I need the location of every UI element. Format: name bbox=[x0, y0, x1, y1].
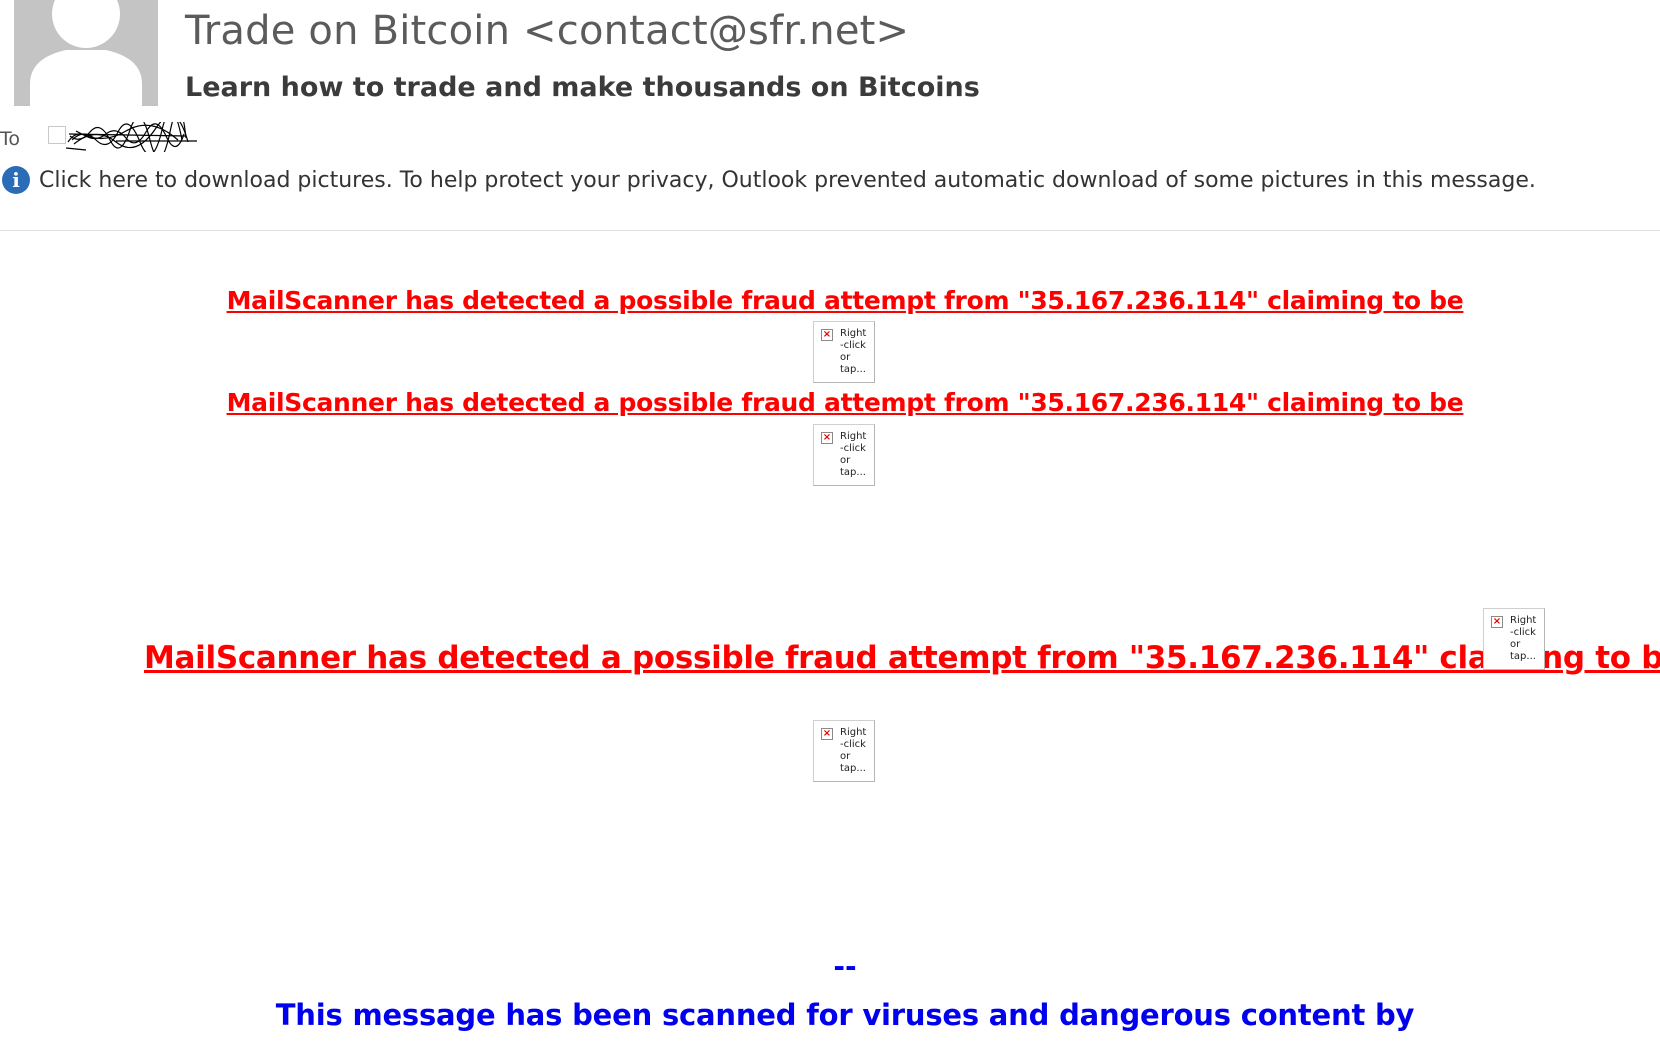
image-alt-text: Right -click or tap... bbox=[840, 431, 867, 478]
blocked-image-placeholder-3[interactable]: × Right -click or tap... bbox=[1483, 608, 1545, 670]
broken-image-icon: × bbox=[821, 432, 833, 444]
redaction-scribble-icon bbox=[65, 108, 197, 159]
header-divider bbox=[0, 230, 1660, 231]
blocked-image-placeholder-2[interactable]: × Right -click or tap... bbox=[813, 424, 875, 486]
blocked-image-placeholder-1[interactable]: × Right -click or tap... bbox=[813, 321, 875, 383]
fraud-warning-link-2[interactable]: MailScanner has detected a possible frau… bbox=[0, 388, 1660, 417]
image-alt-text: Right -click or tap... bbox=[840, 328, 867, 375]
to-label: To bbox=[0, 128, 21, 150]
download-pictures-link[interactable]: Click here to download pictures. To help… bbox=[39, 168, 1536, 193]
blocked-image-placeholder-4[interactable]: × Right -click or tap... bbox=[813, 720, 875, 782]
person-silhouette-icon bbox=[14, 0, 158, 106]
image-alt-text: Right -click or tap... bbox=[840, 727, 867, 774]
download-pictures-bar[interactable]: i Click here to download pictures. To he… bbox=[2, 166, 1536, 194]
image-alt-text: Right -click or tap... bbox=[1510, 615, 1537, 662]
redacted-recipient[interactable] bbox=[65, 108, 198, 159]
scanner-signature: This message has been scanned for viruse… bbox=[275, 998, 1415, 1032]
sender-avatar[interactable] bbox=[14, 0, 158, 106]
broken-image-icon: × bbox=[1491, 616, 1503, 628]
email-subject: Learn how to trade and make thousands on… bbox=[185, 72, 980, 103]
broken-image-icon: × bbox=[821, 329, 833, 341]
recipient-contact-icon bbox=[48, 126, 66, 144]
info-icon: i bbox=[2, 166, 30, 194]
signature-separator: -- bbox=[833, 950, 857, 983]
fraud-warning-link-3[interactable]: MailScanner has detected a possible frau… bbox=[144, 640, 1660, 676]
fraud-warning-link-1[interactable]: MailScanner has detected a possible frau… bbox=[0, 286, 1660, 315]
broken-image-icon: × bbox=[821, 728, 833, 740]
sender-name[interactable]: Trade on Bitcoin <contact@sfr.net> bbox=[185, 8, 909, 54]
